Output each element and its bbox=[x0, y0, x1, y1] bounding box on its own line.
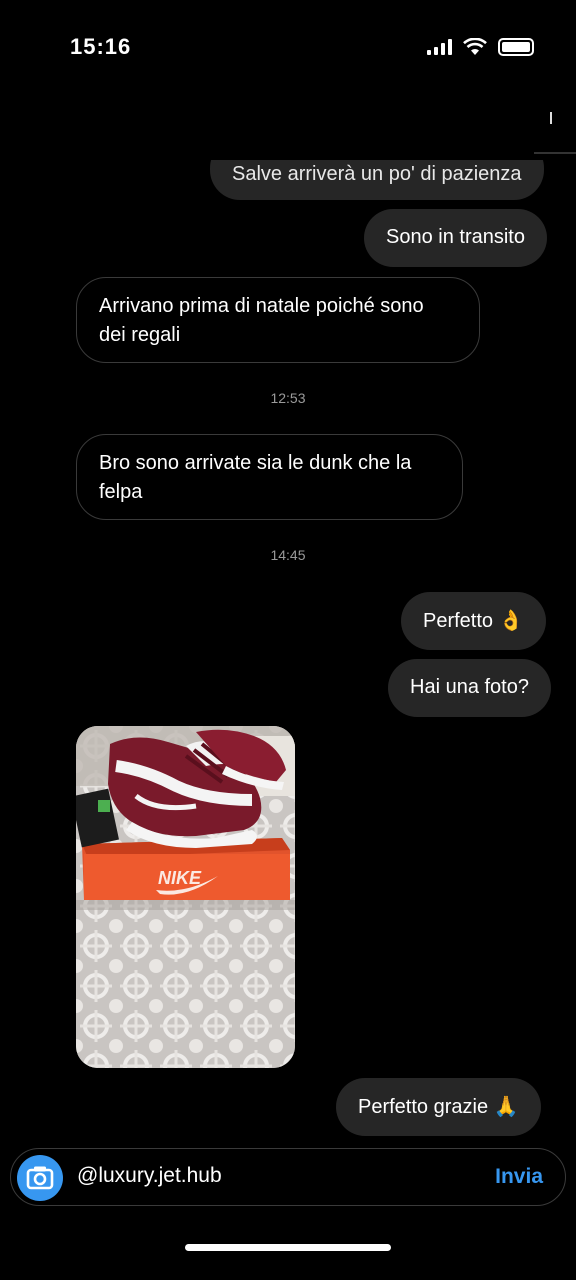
status-time: 15:16 bbox=[70, 34, 132, 59]
wifi-icon bbox=[463, 38, 487, 55]
message-bubble-outgoing[interactable]: Hai una foto? bbox=[388, 659, 551, 717]
message-text-line: felpa bbox=[99, 481, 143, 503]
home-indicator[interactable] bbox=[185, 1244, 391, 1251]
message-bubble-incoming[interactable]: Arrivano prima di natale poiché sono dei… bbox=[76, 277, 480, 363]
message-bubble-incoming[interactable]: Bro sono arrivate sia le dunk che la fel… bbox=[76, 434, 463, 520]
message-text: Perfetto bbox=[423, 610, 494, 632]
camera-icon bbox=[26, 1166, 54, 1190]
header-edge-mark bbox=[550, 112, 552, 124]
box-brand-label: NIKE bbox=[158, 868, 202, 888]
message-text: Perfetto grazie bbox=[358, 1096, 489, 1118]
message-text: Hai una foto? bbox=[410, 676, 529, 698]
message-text-line: Arrivano prima di natale poiché sono bbox=[99, 295, 424, 317]
message-timestamp: 12:53 bbox=[270, 390, 306, 406]
header-divider bbox=[534, 152, 576, 154]
photo-message[interactable]: NIKE bbox=[76, 726, 295, 1068]
message-bubble-outgoing[interactable]: Perfetto 👌 bbox=[401, 592, 546, 650]
camera-button[interactable] bbox=[17, 1155, 63, 1201]
battery-icon bbox=[498, 38, 534, 56]
message-bubble-outgoing[interactable]: Sono in transito bbox=[364, 209, 547, 267]
message-timestamp: 14:45 bbox=[270, 547, 306, 563]
folded-hands-emoji: 🙏 bbox=[493, 1094, 519, 1118]
sneaker-photo: NIKE bbox=[76, 726, 295, 1068]
message-composer: @luxury.jet.hub Invia bbox=[10, 1148, 566, 1206]
ok-hand-emoji: 👌 bbox=[498, 608, 524, 632]
message-text-line: dei regali bbox=[99, 324, 181, 346]
status-icons bbox=[427, 38, 534, 56]
status-bar: 15:16 bbox=[0, 0, 576, 60]
signal-icon bbox=[427, 39, 452, 55]
message-text: Sono in transito bbox=[386, 226, 525, 248]
message-text: Salve arriverà un po' di pazienza bbox=[232, 163, 522, 185]
message-input[interactable]: @luxury.jet.hub bbox=[77, 1164, 222, 1188]
message-bubble-outgoing[interactable]: Perfetto grazie 🙏 bbox=[336, 1078, 541, 1136]
message-text-line: Bro sono arrivate sia le dunk che la bbox=[99, 452, 412, 474]
dm-conversation-screen: 15:16 Salve arriverà un po' di pazienza … bbox=[0, 0, 576, 1280]
header-overlay bbox=[0, 60, 576, 160]
send-button[interactable]: Invia bbox=[495, 1165, 543, 1189]
